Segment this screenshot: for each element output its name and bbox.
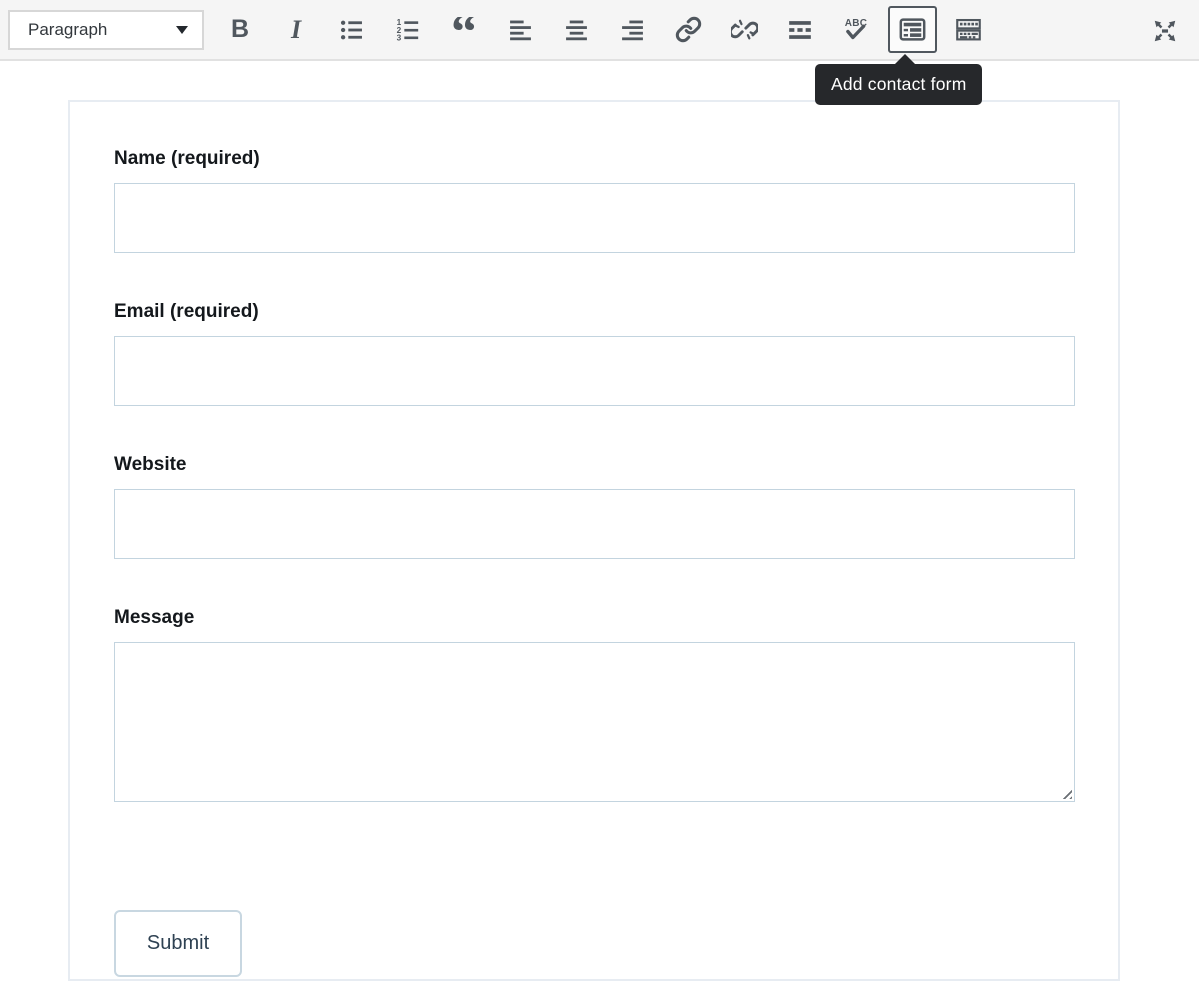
bold-icon: B [231,17,249,42]
contact-form-preview: Name (required) Email (required) Website… [68,100,1120,981]
add-contact-form-button[interactable] [888,6,937,53]
unlink-icon [731,16,758,43]
email-input[interactable] [114,336,1075,406]
toolbar-toggle-button[interactable] [940,7,996,52]
bulleted-list-button[interactable] [324,7,380,52]
spellcheck-icon: ABC [841,15,871,45]
svg-text:3: 3 [397,33,402,42]
align-right-button[interactable] [604,7,660,52]
submit-button[interactable]: Submit [114,910,242,977]
fullscreen-button[interactable] [1142,8,1187,53]
email-field-label: Email (required) [114,301,1075,323]
numbered-list-button[interactable]: 1 2 3 [380,7,436,52]
name-field-label: Name (required) [114,148,1075,170]
paragraph-style-value: Paragraph [28,20,107,40]
blockquote-button[interactable]: “ [436,7,492,52]
website-input[interactable] [114,489,1075,559]
paragraph-style-dropdown[interactable]: Paragraph [8,10,204,50]
name-input[interactable] [114,183,1075,253]
contact-form-icon [899,16,926,43]
form-field-website: Website [114,454,1075,559]
spellcheck-button[interactable]: ABC [828,7,884,52]
bold-button[interactable]: B [212,7,268,52]
tooltip-text: Add contact form [831,74,966,95]
message-field-label: Message [114,607,1075,629]
link-icon [675,16,702,43]
insert-read-more-button[interactable] [772,7,828,52]
remove-link-button[interactable] [716,7,772,52]
insert-link-button[interactable] [660,7,716,52]
fullscreen-icon [1151,17,1179,45]
form-field-name: Name (required) [114,148,1075,253]
align-center-icon [564,17,589,42]
editor-content-area: Name (required) Email (required) Website… [0,63,1199,992]
align-left-button[interactable] [492,7,548,52]
read-more-icon [787,17,813,43]
message-textarea[interactable] [114,642,1075,802]
form-field-email: Email (required) [114,301,1075,406]
italic-button[interactable]: I [268,7,324,52]
align-center-button[interactable] [548,7,604,52]
dropdown-caret-icon [176,26,188,34]
website-field-label: Website [114,454,1075,476]
bulleted-list-icon [339,17,365,43]
align-right-icon [620,17,645,42]
numbered-list-icon: 1 2 3 [395,17,421,43]
italic-icon: I [291,17,301,43]
blockquote-icon: “ [451,17,477,43]
align-left-icon [508,17,533,42]
editor-toolbar: Paragraph B I 1 2 3 “ [0,0,1199,61]
form-field-message: Message [114,607,1075,802]
add-contact-form-tooltip: Add contact form [815,64,982,105]
toolbar-toggle-icon [955,16,982,43]
